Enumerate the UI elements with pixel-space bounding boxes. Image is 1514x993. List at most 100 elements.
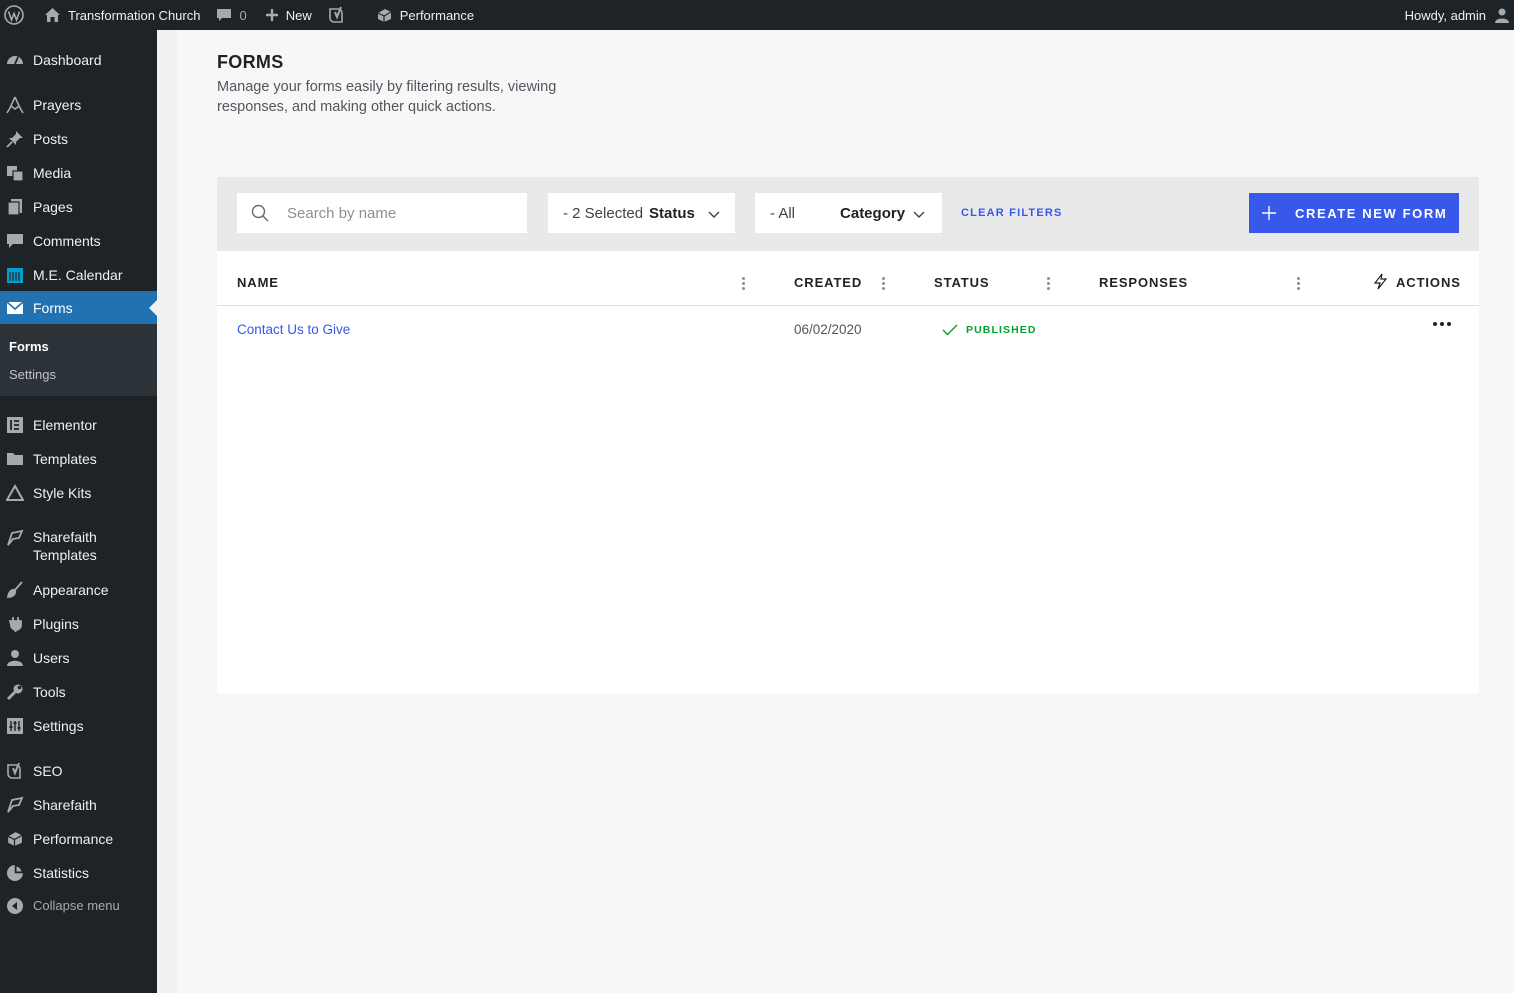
column-header-actions: ACTIONS: [1396, 275, 1461, 290]
submenu-item-settings[interactable]: Settings: [9, 367, 56, 382]
sidebar-item-statistics[interactable]: Statistics: [0, 863, 157, 883]
comments-link[interactable]: 0: [208, 0, 254, 30]
yoast-seo-button[interactable]: [320, 0, 354, 30]
new-content-button[interactable]: New: [255, 0, 320, 30]
page-title: FORMS: [217, 52, 284, 72]
sidebar-item-settings[interactable]: Settings: [0, 716, 157, 736]
sidebar-item-label: Media: [33, 165, 72, 181]
sidebar-item-label: Sharefaith: [33, 797, 97, 813]
sharefaith-icon: [5, 528, 25, 548]
elementor-icon: [5, 415, 25, 435]
sidebar-item-comments[interactable]: Comments: [0, 231, 157, 251]
search-icon: [251, 204, 269, 222]
sidebar-item-label: Plugins: [33, 616, 79, 632]
sidebar-item-label: Dashboard: [33, 52, 102, 68]
my-account-menu[interactable]: Howdy, admin: [1397, 0, 1514, 30]
column-menu-icon[interactable]: [1297, 277, 1301, 291]
search-box: [237, 193, 527, 233]
status-text: PUBLISHED: [966, 324, 1037, 336]
form-created-date: 06/02/2020: [794, 322, 862, 337]
chevron-down-icon: [708, 207, 720, 219]
sidebar-item-plugins[interactable]: Plugins: [0, 614, 157, 634]
sidebar-item-label: Pages: [33, 199, 73, 215]
main-content: FORMS Manage your forms easily by filter…: [177, 30, 1514, 993]
sidebar-item-posts[interactable]: Posts: [0, 129, 157, 149]
submenu-item-forms[interactable]: Forms: [9, 339, 49, 354]
yoast-icon: [5, 761, 25, 781]
wordpress-logo-button[interactable]: [0, 0, 32, 30]
sidebar-item-elementor[interactable]: Elementor: [0, 415, 157, 435]
sidebar-item-label: Performance: [33, 831, 114, 847]
sidebar-item-style-kits[interactable]: Style Kits: [0, 483, 157, 503]
sidebar-item-label: Comments: [33, 233, 101, 249]
sidebar-item-label: M.E. Calendar: [33, 267, 123, 283]
sidebar-item-tools[interactable]: Tools: [0, 682, 157, 702]
category-filter-select[interactable]: - All Category: [755, 193, 942, 233]
performance-label: Performance: [399, 7, 475, 23]
site-name-link[interactable]: Transformation Church: [32, 0, 208, 30]
sharefaith-icon: [5, 795, 25, 815]
triangle-icon: [5, 483, 25, 503]
sidebar-item-sharefaith[interactable]: Sharefaith: [0, 795, 157, 815]
create-new-form-button[interactable]: CREATE NEW FORM: [1249, 193, 1459, 233]
prayers-icon: [5, 95, 25, 115]
forms-submenu: Forms Settings: [0, 324, 157, 396]
settings-icon: [5, 716, 25, 736]
forms-table: NAME CREATED STATUS RESPONSES ACTIONS Co…: [217, 251, 1479, 694]
search-input[interactable]: [287, 204, 507, 222]
sidebar-item-seo[interactable]: SEO: [0, 761, 157, 781]
column-header-created[interactable]: CREATED: [794, 275, 862, 290]
pages-icon: [5, 197, 25, 217]
sidebar-item-pages[interactable]: Pages: [0, 197, 157, 217]
new-label: New: [285, 7, 312, 23]
sidebar-item-templates[interactable]: Templates: [0, 449, 157, 469]
collapse-arrow-icon: [5, 896, 25, 916]
envelope-icon: [5, 298, 25, 318]
sidebar-item-label: Prayers: [33, 97, 82, 113]
form-name-link[interactable]: Contact Us to Give: [237, 322, 350, 337]
column-menu-icon[interactable]: [882, 277, 886, 291]
performance-icon: [376, 7, 393, 24]
column-header-responses[interactable]: RESPONSES: [1099, 275, 1188, 290]
sidebar-item-label: Statistics: [33, 865, 90, 881]
comment-icon: [5, 231, 25, 251]
sidebar-item-performance[interactable]: Performance: [0, 829, 157, 849]
column-menu-icon[interactable]: [742, 277, 746, 291]
sidebar-item-appearance[interactable]: Appearance: [0, 580, 157, 600]
category-filter-label: Category: [840, 204, 906, 222]
column-header-status[interactable]: STATUS: [934, 275, 989, 290]
plugin-icon: [5, 614, 25, 634]
sidebar-item-dashboard[interactable]: Dashboard: [0, 50, 157, 70]
sidebar-item-me-calendar[interactable]: M.E. Calendar: [0, 265, 157, 285]
dashboard-icon: [5, 50, 25, 70]
pie-chart-icon: [5, 863, 25, 883]
performance-icon: [5, 829, 25, 849]
sidebar-item-sharefaith-templates[interactable]: Sharefaith Templates: [0, 528, 157, 564]
lightning-icon: [1372, 273, 1389, 295]
status-filter-label: Status: [649, 204, 695, 222]
sidebar-item-forms[interactable]: Forms: [0, 291, 157, 325]
performance-link[interactable]: Performance: [354, 0, 482, 30]
chevron-down-icon: [913, 207, 925, 219]
sidebar-item-media[interactable]: Media: [0, 163, 157, 183]
table-row: Contact Us to Give 06/02/2020 PUBLISHED: [217, 307, 1479, 353]
admin-sidebar: Dashboard Prayers Posts Media Pages Comm…: [0, 30, 157, 993]
sidebar-item-users[interactable]: Users: [0, 648, 157, 668]
row-actions-more-icon[interactable]: [1433, 322, 1451, 326]
pin-icon: [5, 129, 25, 149]
home-icon: [44, 7, 61, 23]
status-filter-select[interactable]: - 2 Selected Status: [548, 193, 735, 233]
create-new-form-label: CREATE NEW FORM: [1295, 205, 1448, 221]
sidebar-item-prayers[interactable]: Prayers: [0, 95, 157, 115]
column-header-name[interactable]: NAME: [237, 275, 279, 290]
greeting-text: Howdy, admin: [1404, 7, 1486, 23]
column-menu-icon[interactable]: [1047, 277, 1051, 291]
status-badge: PUBLISHED: [942, 324, 1037, 336]
collapse-menu-button[interactable]: Collapse menu: [0, 896, 157, 916]
plus-icon: [1261, 205, 1277, 221]
wrench-icon: [5, 682, 25, 702]
sidebar-item-label: Settings: [33, 718, 84, 734]
clear-filters-link[interactable]: CLEAR FILTERS: [961, 207, 1063, 219]
wordpress-logo-icon: [4, 5, 24, 25]
calendar-icon: [5, 265, 25, 285]
